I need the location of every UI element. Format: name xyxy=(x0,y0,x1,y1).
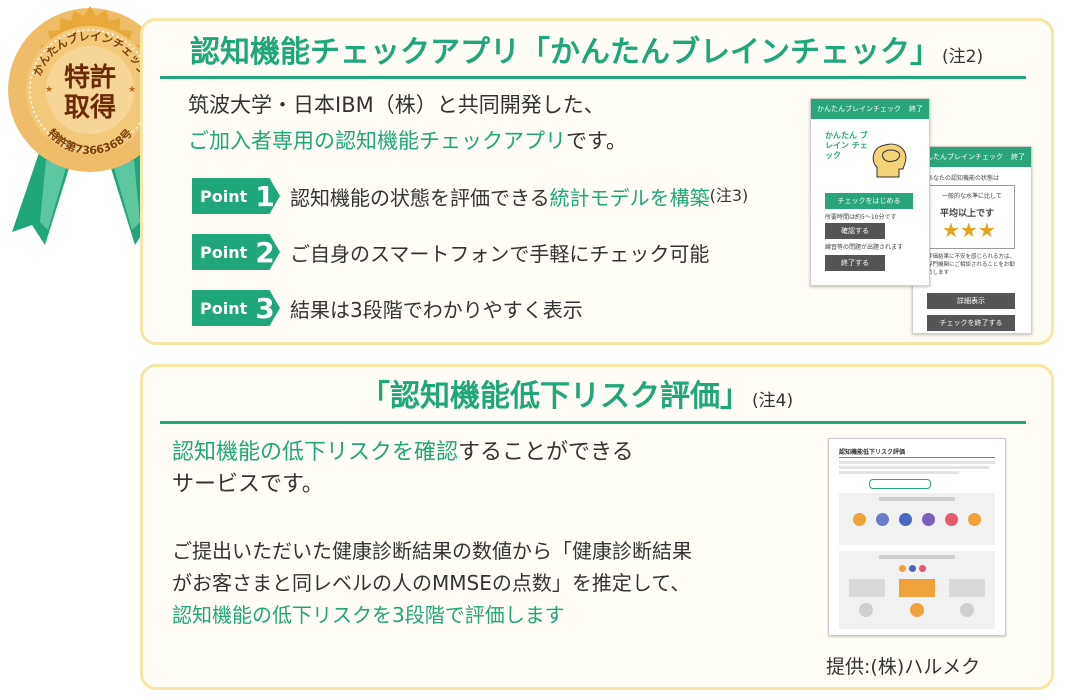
app-logo-text: かんたん ブレイン チェック xyxy=(825,131,868,160)
point-row-3: Point 3 結果は3段階でわかりやすく表示 xyxy=(192,290,583,326)
point-text-2: ご自身のスマートフォンで手軽にチェック可能 xyxy=(290,241,710,266)
result-header: あなたの認知機能の状態は xyxy=(927,175,1000,182)
report-panel-1 xyxy=(839,493,995,545)
report-panel-2 xyxy=(839,551,995,629)
risk-desc-line1: ご提出いただいた健康診断結果の数値から「健康診断結果 xyxy=(172,539,692,563)
risk-lead-highlight: 認知機能の低下リスクを確認 xyxy=(172,440,459,465)
medal-main-line1: 特許 xyxy=(64,62,116,93)
detail-button[interactable]: 詳細表示 xyxy=(927,293,1015,309)
report-select xyxy=(869,479,931,489)
phone-app-bar: かんたんブレインチェック 終了 xyxy=(811,99,929,119)
point-text-1: 認知機能の状態を評価できる統計モデルを構築(注3) xyxy=(290,182,748,211)
result-stars-icon: ★★★ xyxy=(942,218,996,242)
app-section-title-note: (注2) xyxy=(942,47,984,67)
risk-section-title: 「認知機能低下リスク評価」 xyxy=(360,379,750,414)
point-note: (注3) xyxy=(709,185,749,205)
medal-star-icon: ★ xyxy=(45,85,53,95)
app-section-title-rule xyxy=(160,76,1026,79)
risk-section-title-rule xyxy=(160,421,1026,424)
phone-app-bar: かんたんブレインチェック 終了 xyxy=(913,147,1031,167)
start-check-button[interactable]: チェックをはじめる xyxy=(825,193,913,209)
brain-head-icon xyxy=(872,143,907,178)
result-body-text: 評価結果に不安を感じられる方は、専門機関にご相談されることをお勧めします xyxy=(927,254,1016,276)
point-number: 2 xyxy=(255,235,275,269)
app-section-title-row: 認知機能チェックアプリ「かんたんブレインチェック」 (注2) xyxy=(190,36,983,70)
point-row-1: Point 1 認知機能の状態を評価できる統計モデルを構築(注3) xyxy=(192,178,748,214)
risk-report-preview: 認知機能低下リスク評価 xyxy=(828,438,1006,636)
practice-text: 練習等の問題が出題されます xyxy=(825,244,904,251)
point-badge-2: Point 2 xyxy=(192,234,280,270)
app-intro-line1: 筑波大学・日本IBM（株）と共同開発した、 xyxy=(188,93,605,117)
confirm-button[interactable]: 確認する xyxy=(825,223,885,239)
time-text: 所要時間は約5〜10分です xyxy=(825,214,897,221)
medal-main-line2: 取得 xyxy=(64,93,116,123)
app-intro-tail: です。 xyxy=(566,129,627,153)
end-button[interactable]: 終了する xyxy=(825,255,885,271)
result-box-small: 一般的な水準に比して xyxy=(942,193,1002,200)
risk-lead-tail: することができる xyxy=(458,440,634,465)
app-section-title: 認知機能チェックアプリ「かんたんブレインチェック」 xyxy=(190,35,940,70)
risk-section-title-row: 「認知機能低下リスク評価」 (注4) xyxy=(360,380,793,414)
point-text-3: 結果は3段階でわかりやすく表示 xyxy=(290,297,583,322)
medal-star-icon: ★ xyxy=(128,85,136,95)
point-text-highlight: 統計モデルを構築 xyxy=(549,185,710,210)
image-credit: 提供:(株)ハルメク xyxy=(826,656,981,678)
point-label: Point xyxy=(200,242,248,262)
risk-desc-line2: がお客さまと同レベルの人のMMSEの点数」を推定して、 xyxy=(172,571,691,595)
report-title: 認知機能低下リスク評価 xyxy=(839,449,906,456)
risk-section-title-note: (注4) xyxy=(752,391,794,411)
phone-app-exit: 終了 xyxy=(909,105,923,113)
report-rule xyxy=(839,457,995,458)
risk-lead-line2: サービスです。 xyxy=(172,472,324,497)
point-badge-1: Point 1 xyxy=(192,178,280,214)
app-intro-highlight: ご加入者専用の認知機能チェックアプリ xyxy=(188,129,566,153)
phone-screenshot-result: かんたんブレインチェック 終了 あなたの認知機能の状態は 一般的な水準に比して 平… xyxy=(912,146,1032,334)
phone-app-exit: 終了 xyxy=(1011,153,1025,161)
app-intro-line2: ご加入者専用の認知機能チェックアプリです。 xyxy=(188,126,627,156)
phone-app-title: かんたんブレインチェック xyxy=(919,153,1003,161)
result-box: 一般的な水準に比して 平均以上です ★★★ xyxy=(927,185,1015,249)
phone-app-title: かんたんブレインチェック xyxy=(817,105,901,113)
phone-screenshot-start: かんたんブレインチェック 終了 かんたん ブレイン チェック チェックをはじめる … xyxy=(810,98,930,286)
risk-desc-line3: 認知機能の低下リスクを3段階で評価します xyxy=(172,603,565,627)
risk-lead-line1: 認知機能の低下リスクを確認することができる xyxy=(172,438,634,468)
point-badge-3: Point 3 xyxy=(192,290,280,326)
point-number: 1 xyxy=(255,179,275,213)
point-label: Point xyxy=(200,298,248,318)
point-row-2: Point 2 ご自身のスマートフォンで手軽にチェック可能 xyxy=(192,234,709,270)
point-text-plain: 認知機能の状態を評価できる xyxy=(290,185,550,210)
point-label: Point xyxy=(200,186,248,206)
finish-check-button[interactable]: チェックを終了する xyxy=(927,315,1015,331)
point-number: 3 xyxy=(255,291,275,325)
